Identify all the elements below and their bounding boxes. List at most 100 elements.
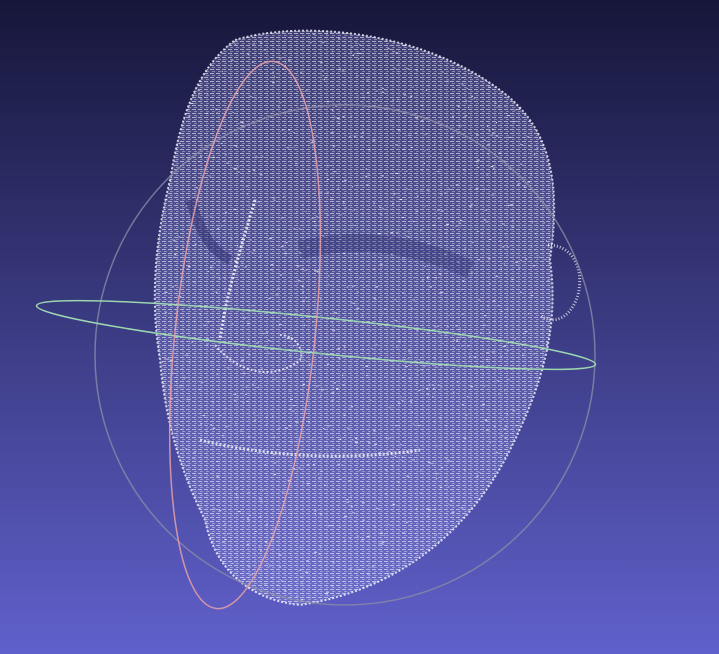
point-sample xyxy=(247,492,250,494)
point-sample xyxy=(412,220,415,222)
point-sample xyxy=(337,464,340,465)
point-sample xyxy=(403,491,406,493)
point-sample xyxy=(313,464,315,465)
point-sample xyxy=(511,226,515,228)
point-sample xyxy=(338,438,341,440)
point-sample xyxy=(256,201,260,203)
point-sample xyxy=(314,510,317,512)
point-sample xyxy=(477,159,480,161)
point-sample xyxy=(380,264,384,266)
point-sample xyxy=(277,444,279,446)
point-sample xyxy=(388,407,392,409)
point-sample xyxy=(417,425,421,426)
point-sample xyxy=(274,378,277,380)
point-sample xyxy=(424,150,426,151)
point-sample xyxy=(501,221,503,222)
point-sample xyxy=(198,161,200,163)
point-sample xyxy=(300,599,304,601)
point-sample xyxy=(270,264,274,266)
point-sample xyxy=(240,122,244,124)
point-sample xyxy=(174,254,177,256)
point-sample xyxy=(373,430,376,432)
point-sample xyxy=(304,269,307,271)
point-sample xyxy=(342,45,345,47)
point-sample xyxy=(436,477,438,479)
point-sample xyxy=(376,507,378,509)
point-sample xyxy=(347,427,350,429)
point-sample xyxy=(249,239,252,241)
point-sample xyxy=(237,266,240,268)
point-sample xyxy=(437,218,441,219)
point-sample xyxy=(384,54,386,56)
point-sample xyxy=(332,145,335,147)
point-sample xyxy=(460,224,463,226)
point-sample xyxy=(201,144,203,146)
scene-canvas[interactable] xyxy=(0,0,719,654)
point-sample xyxy=(316,216,318,218)
point-sample xyxy=(361,502,365,504)
point-sample xyxy=(173,256,175,258)
point-sample xyxy=(487,126,489,127)
point-sample xyxy=(437,384,440,386)
point-sample xyxy=(504,437,507,439)
point-sample xyxy=(499,240,501,242)
point-sample xyxy=(225,408,227,409)
point-sample xyxy=(343,180,347,182)
point-sample xyxy=(320,298,322,300)
point-sample xyxy=(193,451,196,453)
point-sample xyxy=(246,193,248,195)
point-sample xyxy=(357,292,359,293)
point-sample xyxy=(460,289,463,290)
point-sample xyxy=(290,513,293,514)
point-sample xyxy=(466,87,469,89)
point-sample xyxy=(161,361,163,363)
point-sample xyxy=(348,480,351,482)
point-sample xyxy=(439,486,442,488)
point-sample xyxy=(342,201,345,203)
point-sample xyxy=(439,417,442,419)
point-sample xyxy=(464,469,466,471)
point-sample xyxy=(487,258,491,260)
point-sample xyxy=(464,418,467,420)
3d-viewport[interactable] xyxy=(0,0,719,654)
point-sample xyxy=(337,187,339,189)
point-sample xyxy=(403,94,406,96)
point-sample xyxy=(350,116,353,118)
point-sample xyxy=(367,92,369,93)
point-sample xyxy=(415,69,418,71)
point-sample xyxy=(411,411,413,413)
point-sample xyxy=(504,390,506,392)
point-sample xyxy=(333,171,337,173)
point-sample xyxy=(366,79,369,81)
point-sample xyxy=(314,270,317,272)
point-sample xyxy=(482,374,484,376)
point-sample xyxy=(461,507,464,509)
point-sample xyxy=(426,388,429,389)
point-sample xyxy=(396,98,399,100)
point-sample xyxy=(419,190,423,192)
point-sample xyxy=(344,435,346,437)
point-sample xyxy=(407,350,411,352)
point-sample xyxy=(259,42,262,44)
point-sample xyxy=(371,348,373,350)
point-sample xyxy=(233,208,237,210)
point-sample xyxy=(426,508,429,510)
point-sample xyxy=(530,173,533,175)
point-sample xyxy=(512,410,516,412)
point-sample xyxy=(305,297,307,299)
point-sample xyxy=(306,560,309,562)
point-sample xyxy=(387,437,391,439)
point-sample xyxy=(333,382,337,384)
point-sample xyxy=(461,313,464,315)
point-sample xyxy=(217,476,220,478)
point-sample xyxy=(193,281,196,283)
point-sample xyxy=(348,366,350,368)
point-sample xyxy=(466,424,468,426)
point-sample xyxy=(441,298,443,300)
point-sample xyxy=(477,259,481,261)
point-sample xyxy=(431,232,433,234)
point-sample xyxy=(468,107,470,108)
point-sample xyxy=(310,439,314,441)
point-sample xyxy=(490,134,494,136)
point-sample xyxy=(473,356,477,358)
